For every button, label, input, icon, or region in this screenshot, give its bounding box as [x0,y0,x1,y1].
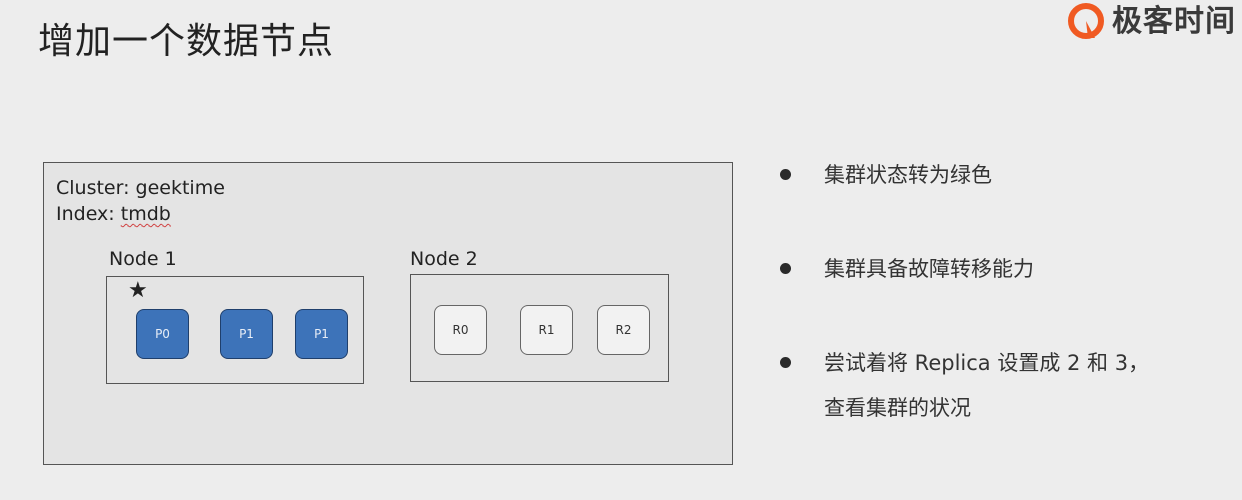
brand-logo-icon [1068,3,1104,39]
node-2-box: R0 R1 R2 [410,274,669,382]
brand-name: 极客时间 [1112,4,1236,39]
index-value: tmdb [120,203,171,225]
cluster-panel: Cluster: geektime Index: tmdb Node 1 ★ P… [43,162,733,465]
index-prefix: Index: [56,203,121,225]
bullet-text: 尝试着将 Replica 设置成 2 和 3， 查看集群的状况 [824,341,1224,431]
bullet-dot-icon [780,263,791,274]
shard-p1-second: P1 [295,309,348,359]
shard-r1: R1 [520,305,573,355]
brand-logo: 极客时间 [1066,0,1236,44]
bullet-text: 集群具备故障转移能力 [824,257,1034,281]
node-1-box: ★ P0 P1 P1 [106,276,364,384]
bullet-dot-icon [780,357,791,368]
shard-p0: P0 [136,309,189,359]
node-1-label: Node 1 [109,248,177,270]
bullet-text-line-2: 查看集群的状况 [824,396,971,420]
star-icon: ★ [128,278,148,303]
node-2-label: Node 2 [410,248,478,270]
cluster-name: Cluster: geektime [56,177,225,199]
index-name: Index: tmdb [56,202,171,226]
shard-p1: P1 [220,309,273,359]
shard-r2: R2 [597,305,650,355]
bullet-text-line-1: 尝试着将 Replica 设置成 2 和 3， [824,351,1150,375]
bullet-text: 集群状态转为绿色 [824,163,992,187]
slide-title: 增加一个数据节点 [38,21,335,62]
bullet-dot-icon [780,169,791,180]
shard-r0: R0 [434,305,487,355]
